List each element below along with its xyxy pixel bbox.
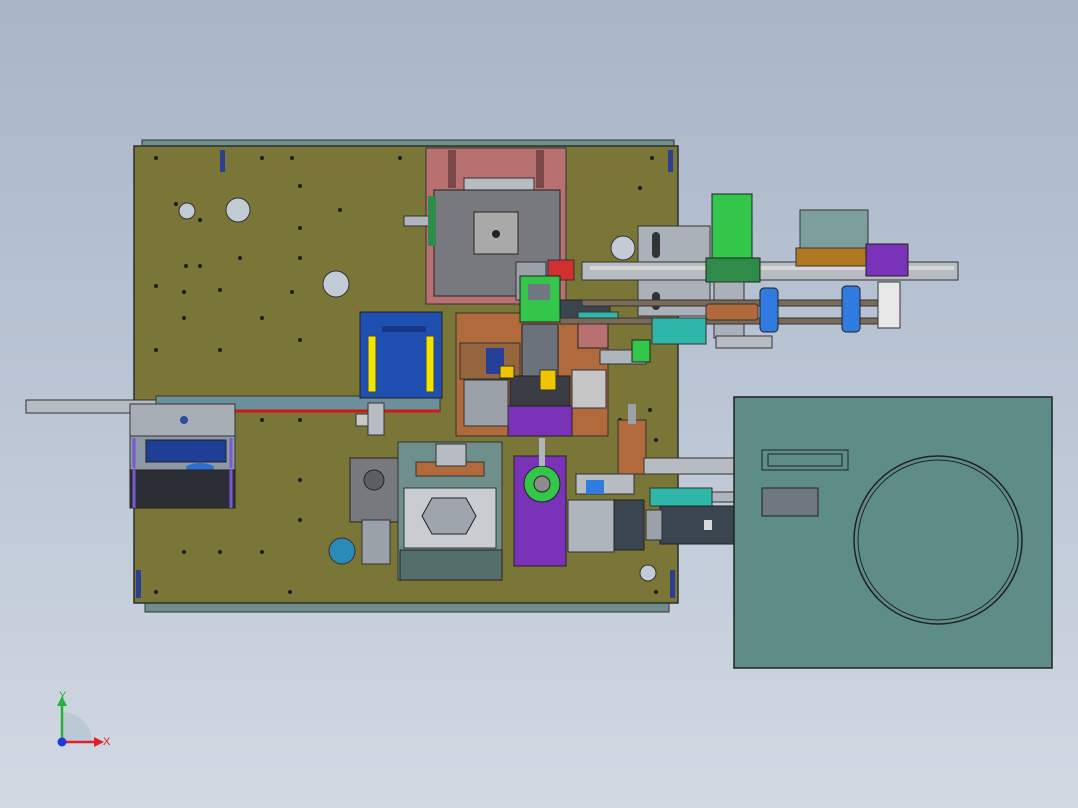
feeder-motor [129, 469, 236, 509]
bolt-hole [182, 550, 186, 554]
corner-bracket [136, 570, 141, 598]
bolt-hole [650, 156, 654, 160]
top-rail [141, 139, 675, 147]
hex-fixture [421, 497, 477, 535]
bolt-hole [654, 438, 658, 442]
bolt-hole [218, 288, 222, 292]
corner-bracket [668, 150, 673, 172]
bolt-hole [154, 348, 158, 352]
bolt-hole [338, 208, 342, 212]
bolt-hole [298, 478, 302, 482]
blue-roller [841, 285, 861, 333]
bolt-hole [238, 256, 242, 260]
blue-roller [759, 287, 779, 333]
bottom-rail [144, 602, 670, 613]
bolt-hole [260, 418, 264, 422]
plate-hole [639, 564, 657, 582]
bracket [367, 402, 385, 436]
blue-feeder-block [359, 311, 443, 399]
plate-hole [610, 235, 636, 261]
assembly-top-view[interactable]: Y X [0, 0, 1078, 808]
bolt-hole [298, 184, 302, 188]
bolt-hole [290, 156, 294, 160]
bolt-hole [260, 316, 264, 320]
blue-disc [328, 537, 356, 565]
bolt-hole [174, 202, 178, 206]
bolt-hole [218, 550, 222, 554]
bolt-hole [154, 156, 158, 160]
feeder-window [145, 439, 227, 463]
round-table-group [733, 396, 1053, 669]
bolt-hole [218, 348, 222, 352]
bolt-hole [154, 590, 158, 594]
bolt-hole [154, 284, 158, 288]
purple-carriage [865, 243, 909, 277]
bolt-hole [298, 338, 302, 342]
z-axis-dot [57, 737, 67, 747]
bolt-hole [290, 290, 294, 294]
bolt-hole [298, 518, 302, 522]
plate-hole [322, 270, 350, 298]
bolt-hole [182, 290, 186, 294]
lower-left-station [349, 441, 503, 581]
rail-motor [799, 209, 869, 253]
bolt-hole [288, 590, 292, 594]
bolt-hole [184, 264, 188, 268]
bolt-hole [198, 218, 202, 222]
bolt-hole [398, 156, 402, 160]
bolt-hole [654, 590, 658, 594]
green-strip [428, 196, 436, 246]
bolt-hole [298, 418, 302, 422]
plate-hole [178, 202, 196, 220]
servo-motor [659, 505, 747, 545]
corner-bracket [220, 150, 225, 172]
y-axis-label: Y [59, 690, 67, 702]
table-base [733, 396, 1053, 669]
bolt [180, 416, 188, 424]
green-motor [711, 193, 753, 261]
bolt-hole [638, 186, 642, 190]
bolt-hole [648, 408, 652, 412]
bolt-hole [260, 156, 264, 160]
corner-bracket [670, 570, 675, 598]
cad-viewport[interactable]: Y X [0, 0, 1078, 808]
bolt-hole [298, 226, 302, 230]
bolt-hole [260, 550, 264, 554]
bolt-hole [298, 256, 302, 260]
purple-block [507, 405, 573, 437]
x-axis-label: X [103, 736, 111, 748]
plate-hole [225, 197, 251, 223]
axis-triad: Y X [57, 690, 111, 748]
bolt-hole [198, 264, 202, 268]
bolt-hole [182, 316, 186, 320]
